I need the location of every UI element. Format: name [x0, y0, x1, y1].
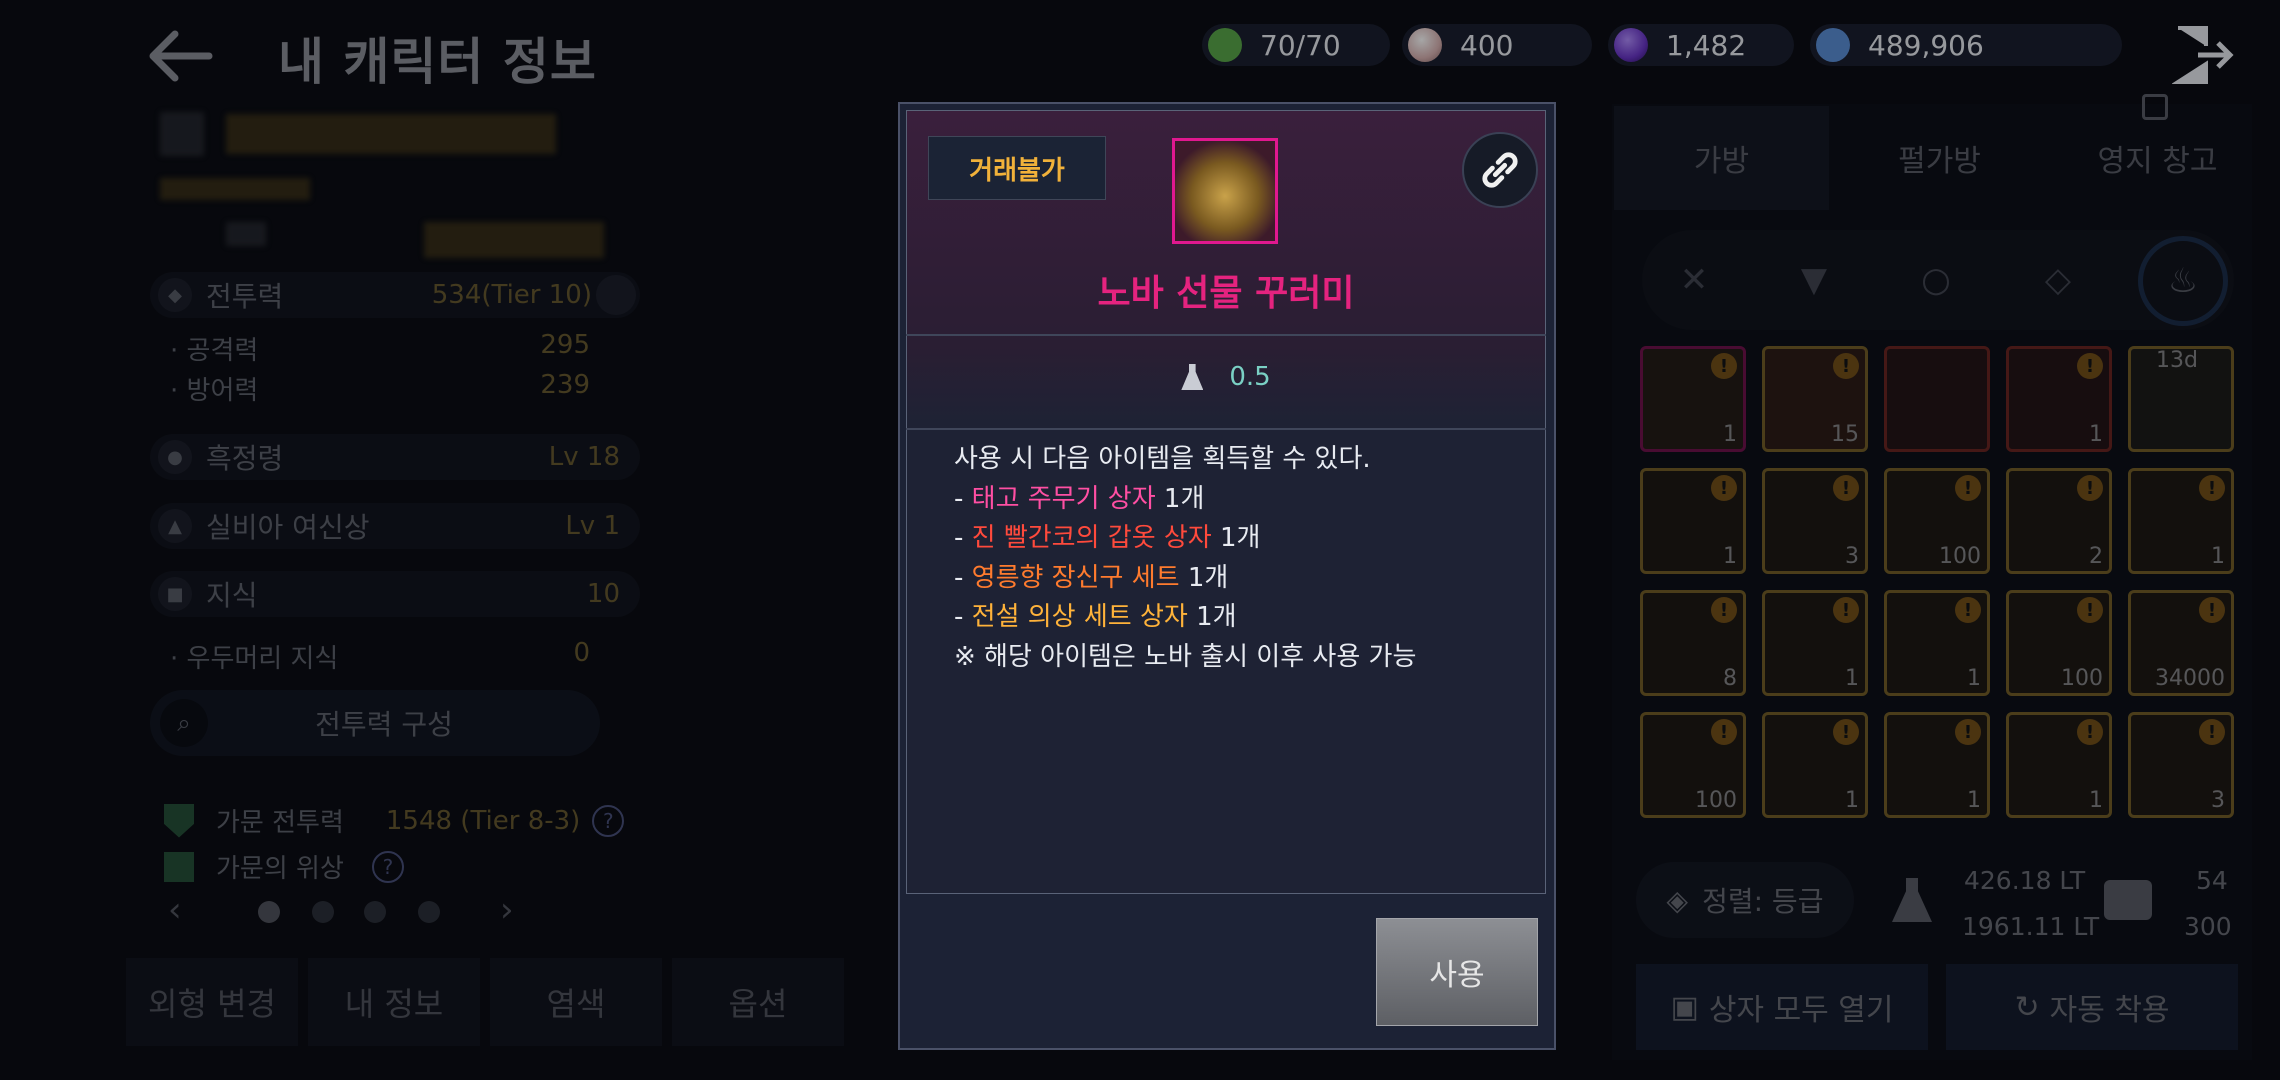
untradeable-tag: 거래불가: [928, 136, 1106, 200]
reward-line: - 영릉향 장신구 세트 1개: [954, 562, 1229, 593]
reward-line: - 태고 주무기 상자 1개: [954, 483, 1205, 514]
use-button[interactable]: 사용: [1376, 918, 1538, 1026]
item-description: 사용 시 다음 아이템을 획득할 수 있다. - 태고 주무기 상자 1개 - …: [954, 440, 1514, 677]
divider: [906, 334, 1546, 336]
link-icon: [1482, 152, 1518, 188]
divider: [906, 428, 1546, 430]
weight-icon: [1181, 364, 1204, 390]
item-weight: 0.5: [906, 362, 1546, 392]
reward-line: - 전설 의상 세트 상자 1개: [954, 602, 1237, 632]
usage-note: ※ 해당 아이템은 노바 출시 이후 사용 가능: [954, 641, 1417, 672]
gift-pouch-icon: [1172, 138, 1278, 244]
item-name: 노바 선물 꾸러미: [1097, 273, 1355, 314]
link-button[interactable]: [1462, 132, 1538, 208]
reward-line: - 진 빨간코의 갑옷 상자 1개: [954, 523, 1261, 553]
description-intro: 사용 시 다음 아이템을 획득할 수 있다.: [954, 444, 1371, 474]
